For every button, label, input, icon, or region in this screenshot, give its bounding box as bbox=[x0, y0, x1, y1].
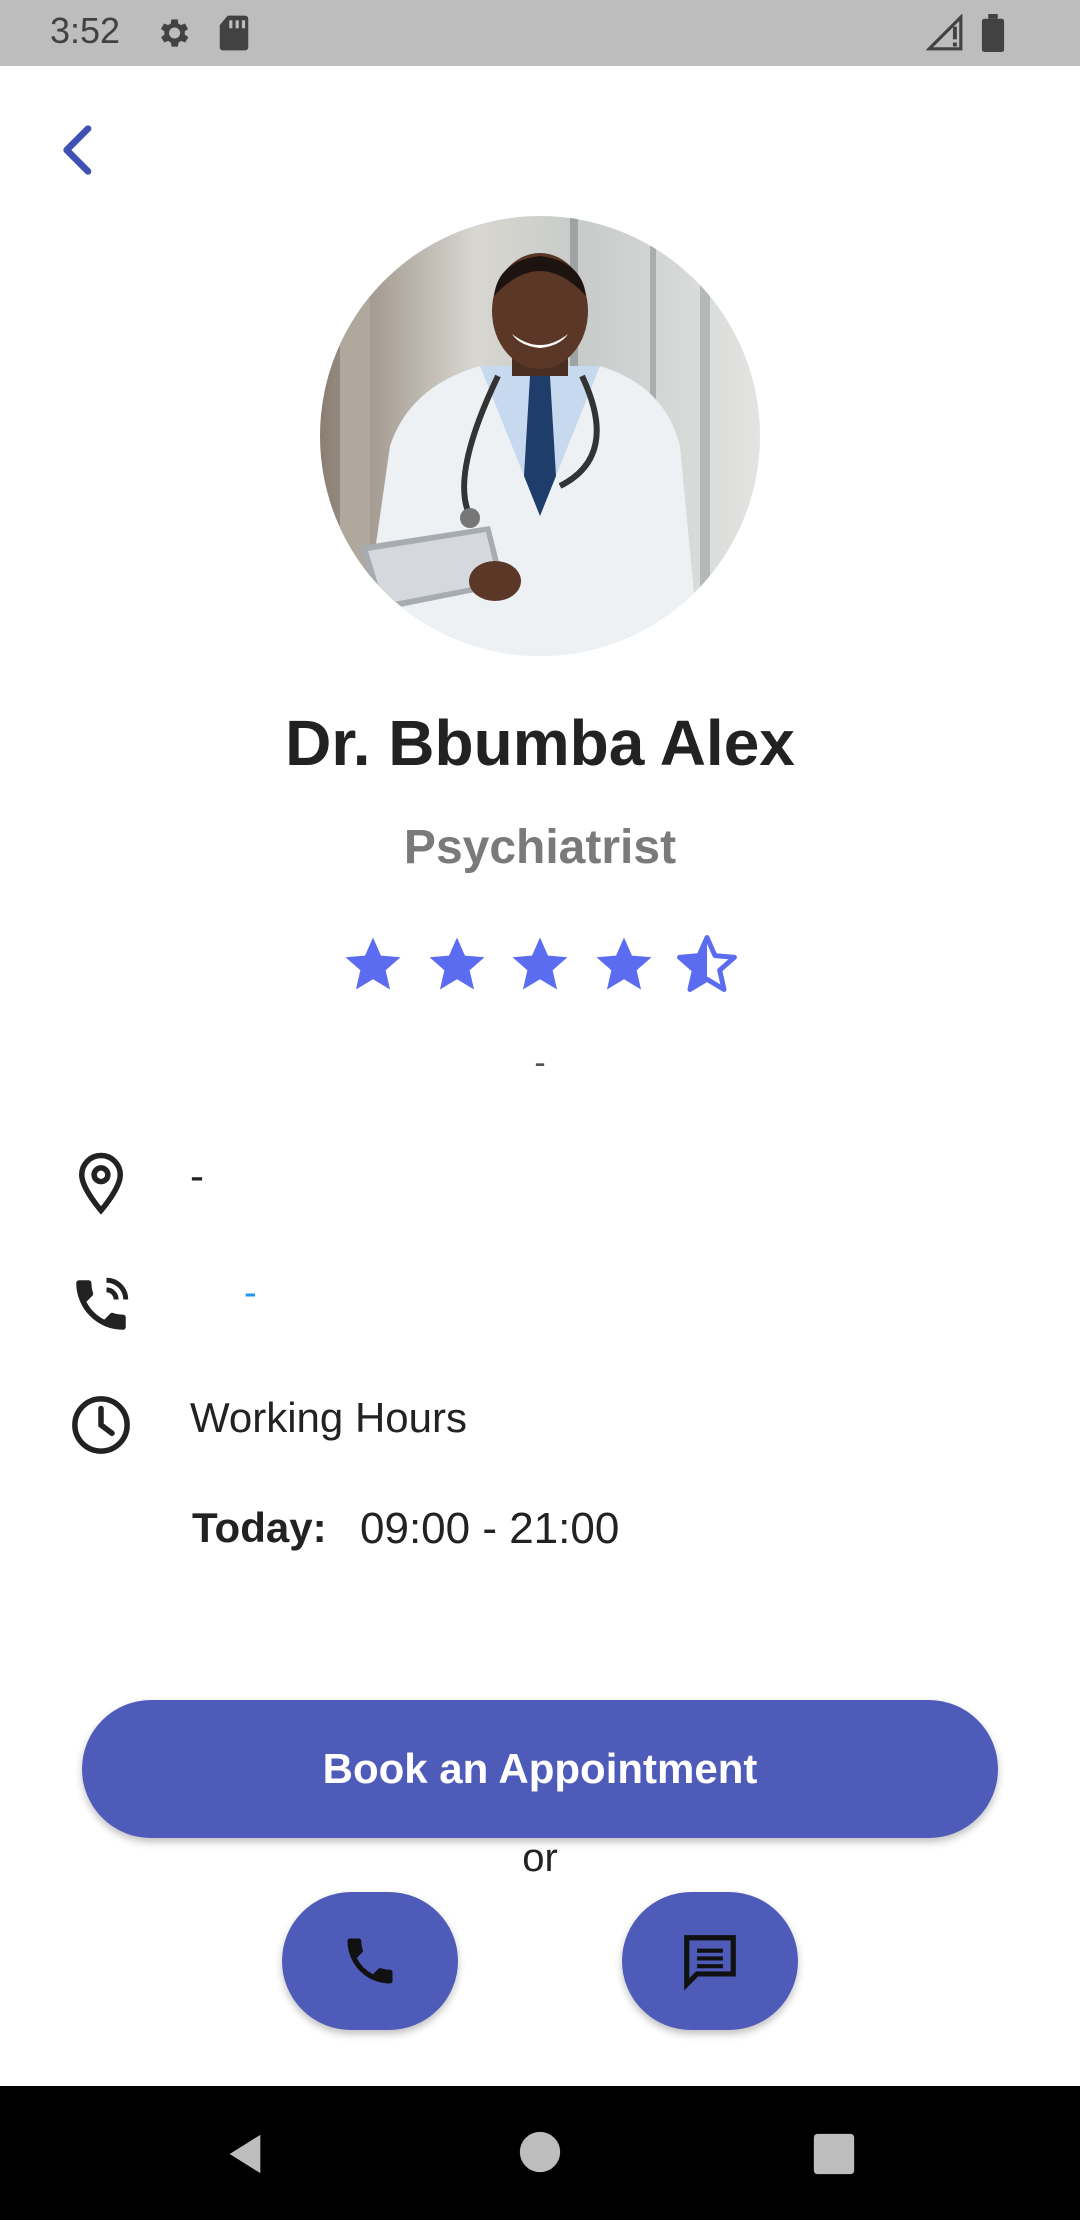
recents-square-icon[interactable] bbox=[812, 2132, 856, 2176]
today-label: Today: bbox=[192, 1504, 327, 1551]
phone-link[interactable]: - bbox=[244, 1272, 257, 1315]
phone-ringing-icon bbox=[76, 1277, 129, 1330]
doctor-bio: - bbox=[534, 1044, 546, 1082]
doctor-name: Dr. Bbumba Alex bbox=[285, 707, 795, 779]
working-hours-label: Working Hours bbox=[190, 1394, 467, 1441]
back-triangle-icon[interactable] bbox=[222, 2130, 268, 2178]
home-circle-icon[interactable] bbox=[518, 2130, 562, 2174]
doctor-avatar bbox=[320, 216, 760, 656]
call-button[interactable] bbox=[282, 1892, 458, 2030]
gear-icon bbox=[160, 19, 189, 47]
star-filled-icon bbox=[429, 937, 484, 990]
status-time: 3:52 bbox=[50, 10, 121, 51]
location-pin-icon bbox=[78, 1152, 124, 1215]
or-divider: or bbox=[522, 1836, 558, 1880]
battery-icon bbox=[981, 14, 1005, 52]
message-icon bbox=[684, 1935, 736, 1991]
doctor-profile-screen: Dr. Bbumba Alex Psychiatrist - - - Worki… bbox=[0, 66, 1080, 2086]
system-nav-bar bbox=[0, 2086, 1080, 2220]
rating-stars bbox=[340, 932, 740, 1002]
location-text: - bbox=[190, 1152, 204, 1199]
doctor-specialty: Psychiatrist bbox=[403, 821, 677, 874]
star-half-icon bbox=[677, 935, 737, 992]
phone-icon bbox=[347, 1938, 393, 1984]
star-filled-icon bbox=[512, 937, 568, 990]
today-hours: 09:00 - 21:00 bbox=[360, 1504, 620, 1553]
star-filled-icon bbox=[345, 937, 401, 990]
status-bar: 3:52 bbox=[0, 0, 1080, 66]
back-button[interactable] bbox=[48, 118, 112, 182]
star-filled-icon bbox=[596, 937, 651, 990]
sd-card-icon bbox=[219, 15, 249, 51]
signal-icon bbox=[926, 14, 963, 51]
message-button[interactable] bbox=[622, 1892, 798, 2030]
book-appointment-button[interactable]: Book an Appointment bbox=[82, 1700, 998, 1838]
clock-icon bbox=[72, 1396, 130, 1454]
